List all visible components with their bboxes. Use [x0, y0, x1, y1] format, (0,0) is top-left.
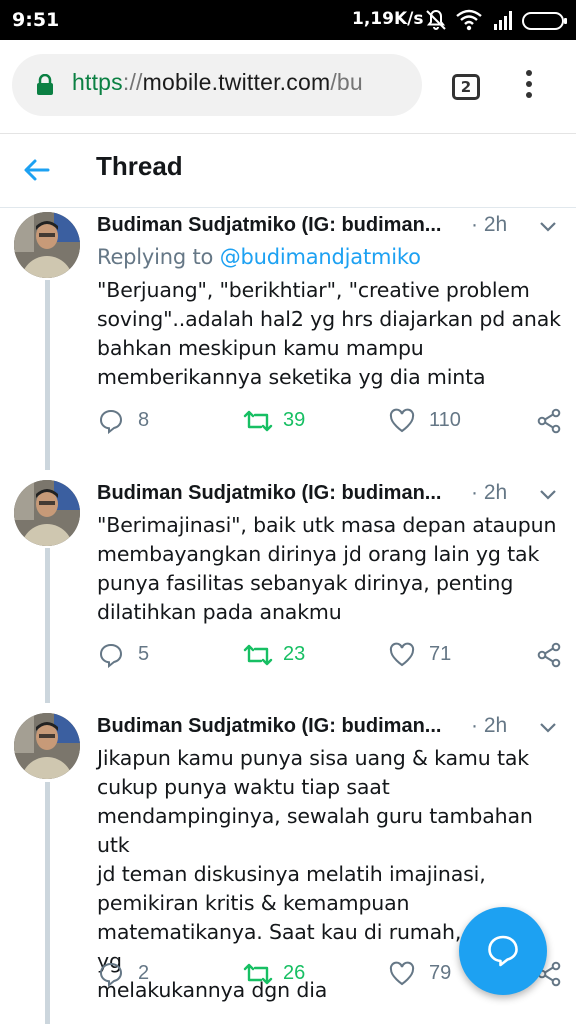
tweet-author-name[interactable]: Budiman Sudjatmiko (IG: budiman...	[97, 715, 441, 738]
tweet-timestamp[interactable]: · 2h	[471, 481, 507, 505]
retweet-icon	[243, 410, 273, 432]
retweet-count: 39	[283, 409, 306, 431]
replying-to: Replying to @budimandjatmiko	[97, 245, 421, 269]
status-time: 9:51	[12, 9, 60, 31]
tweet-actions: 8 39 110	[0, 406, 576, 436]
bell-off-icon	[424, 8, 448, 36]
like-count: 71	[429, 643, 452, 665]
retweet-button[interactable]: 39	[243, 406, 323, 436]
signal-icon	[492, 8, 516, 36]
reply-button[interactable]: 8	[98, 406, 168, 436]
chevron-down-icon[interactable]	[539, 486, 557, 505]
retweet-button[interactable]: 23	[243, 640, 323, 670]
tweet-text: "Berjuang", "berikhtiar", "creative prob…	[97, 278, 561, 389]
retweet-count: 23	[283, 643, 306, 665]
replying-to-handle[interactable]: @budimandjatmiko	[220, 245, 421, 269]
retweet-icon	[243, 963, 273, 985]
tweet-author-name[interactable]: Budiman Sudjatmiko (IG: budiman...	[97, 214, 441, 237]
tweet-timestamp[interactable]: · 2h	[471, 714, 507, 738]
retweet-button[interactable]: 26	[243, 959, 323, 989]
browser-toolbar: https://mobile.twitter.com/bu 2	[0, 40, 576, 134]
share-button[interactable]	[536, 406, 564, 436]
reply-icon	[99, 962, 123, 987]
thread-header: Thread	[0, 135, 576, 208]
retweet-icon	[243, 644, 273, 666]
reply-button[interactable]: 5	[98, 640, 168, 670]
avatar[interactable]	[14, 713, 80, 779]
page-title: Thread	[96, 151, 183, 181]
tweet-actions: 5 23 71	[0, 640, 576, 670]
reply-count: 5	[138, 643, 150, 665]
wifi-icon	[455, 8, 483, 36]
avatar[interactable]	[14, 212, 80, 278]
chevron-down-icon[interactable]	[539, 218, 557, 237]
reply-icon	[99, 409, 123, 434]
reply-count: 8	[138, 409, 150, 431]
tweet-text: "Berimajinasi", baik utk masa depan atau…	[97, 513, 557, 624]
back-arrow-icon[interactable]	[22, 155, 52, 189]
like-button[interactable]: 71	[389, 640, 479, 670]
network-speed: 1,19K/s	[352, 9, 424, 29]
chevron-down-icon[interactable]	[539, 719, 557, 738]
tweet-author-name[interactable]: Budiman Sudjatmiko (IG: budiman...	[97, 482, 441, 505]
like-count: 79	[429, 962, 452, 984]
reply-bubble-icon	[488, 935, 518, 967]
share-icon	[537, 408, 561, 434]
address-url: https://mobile.twitter.com/bu	[72, 69, 363, 95]
browser-menu-icon[interactable]	[524, 70, 534, 102]
heart-icon	[389, 408, 415, 433]
share-icon	[537, 642, 561, 668]
thread-connector	[45, 280, 50, 470]
address-bar[interactable]: https://mobile.twitter.com/bu	[12, 54, 422, 116]
heart-icon	[389, 642, 415, 667]
compose-reply-button[interactable]	[459, 907, 547, 995]
like-button[interactable]: 110	[389, 406, 479, 436]
avatar[interactable]	[14, 480, 80, 546]
like-count: 110	[429, 409, 461, 431]
tweet-timestamp[interactable]: · 2h	[471, 213, 507, 237]
status-bar: 9:51 1,19K/s	[0, 0, 576, 40]
retweet-count: 26	[283, 962, 306, 984]
lock-icon	[36, 73, 54, 100]
reply-count: 2	[138, 962, 150, 984]
tab-switcher-button[interactable]: 2	[452, 74, 480, 100]
reply-icon	[99, 643, 123, 668]
share-button[interactable]	[536, 640, 564, 670]
thread-connector	[45, 548, 50, 703]
battery-icon	[522, 11, 568, 35]
reply-button[interactable]: 2	[98, 959, 168, 989]
heart-icon	[389, 961, 415, 986]
